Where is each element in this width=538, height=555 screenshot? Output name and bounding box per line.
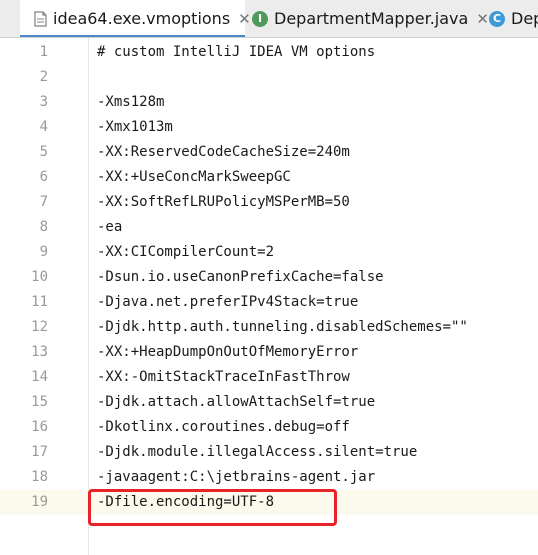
tab-vmoptions[interactable]: idea64.exe.vmoptions ✕ [20, 0, 251, 37]
interface-icon: I [252, 10, 268, 27]
line-number: 19 [31, 494, 48, 510]
code-line[interactable]: 11 -Djava.net.preferIPv4Stack=true [0, 290, 538, 315]
settings-file-icon [34, 10, 47, 27]
code-text[interactable]: -Dkotlinx.coroutines.debug=off [97, 415, 350, 440]
line-number: 14 [31, 369, 48, 385]
code-line[interactable]: 16 -Dkotlinx.coroutines.debug=off [0, 415, 538, 440]
code-text[interactable]: -Xms128m [97, 90, 164, 115]
line-number: 3 [39, 94, 48, 110]
line-number: 13 [31, 344, 48, 360]
code-line[interactable]: 18 -javaagent:C:\jetbrains-agent.jar [0, 465, 538, 490]
code-text[interactable]: -Dsun.io.useCanonPrefixCache=false [97, 265, 384, 290]
code-text[interactable]: # custom IntelliJ IDEA VM options [97, 40, 375, 65]
tab-label: idea64.exe.vmoptions [53, 9, 231, 28]
code-line[interactable]: 6 -XX:+UseConcMarkSweepGC [0, 165, 538, 190]
code-text[interactable]: -XX:+UseConcMarkSweepGC [97, 165, 291, 190]
line-number: 17 [31, 444, 48, 460]
line-number: 1 [39, 44, 48, 60]
code-text[interactable]: -XX:+HeapDumpOnOutOfMemoryError [97, 340, 358, 365]
tab-dep[interactable]: C Dep [489, 0, 538, 37]
code-line[interactable]: 3 -Xms128m [0, 90, 538, 115]
code-line[interactable]: 13 -XX:+HeapDumpOnOutOfMemoryError [0, 340, 538, 365]
code-text[interactable]: -ea [97, 215, 122, 240]
code-line[interactable]: 12 -Djdk.http.auth.tunneling.disabledSche… [0, 315, 538, 340]
code-line[interactable]: 14 -XX:-OmitStackTraceInFastThrow [0, 365, 538, 390]
line-number: 4 [39, 119, 48, 135]
line-number: 11 [31, 294, 48, 310]
code-text[interactable]: -XX:CICompilerCount=2 [97, 240, 274, 265]
line-number: 10 [31, 269, 48, 285]
tab-label: DepartmentMapper.java [274, 9, 469, 28]
code-line[interactable]: 4 -Xmx1013m [0, 115, 538, 140]
line-number: 18 [31, 469, 48, 485]
tab-departmentmapper[interactable]: I DepartmentMapper.java ✕ [252, 0, 489, 37]
code-line[interactable]: 5 -XX:ReservedCodeCacheSize=240m [0, 140, 538, 165]
line-number: 5 [39, 144, 48, 160]
code-text[interactable]: -Djdk.http.auth.tunneling.disabledScheme… [97, 315, 468, 340]
code-text[interactable]: -javaagent:C:\jetbrains-agent.jar [97, 465, 375, 490]
line-number: 15 [31, 394, 48, 410]
code-text[interactable]: -Xmx1013m [97, 115, 173, 140]
close-icon[interactable]: ✕ [476, 10, 489, 28]
close-icon[interactable]: ✕ [238, 10, 251, 28]
code-text[interactable]: -XX:-OmitStackTraceInFastThrow [97, 365, 350, 390]
line-number: 6 [39, 169, 48, 185]
code-line[interactable]: 17 -Djdk.module.illegalAccess.silent=true [0, 440, 538, 465]
code-text[interactable]: -XX:ReservedCodeCacheSize=240m [97, 140, 350, 165]
line-number: 16 [31, 419, 48, 435]
code-line[interactable]: 8 -ea [0, 215, 538, 240]
code-text[interactable]: -Djava.net.preferIPv4Stack=true [97, 290, 358, 315]
line-number: 12 [31, 319, 48, 335]
line-number: 9 [39, 244, 48, 260]
editor-tab-bar: idea64.exe.vmoptions ✕ I DepartmentMappe… [0, 0, 538, 38]
highlight-annotation-box [88, 489, 337, 526]
code-text[interactable]: -Djdk.module.illegalAccess.silent=true [97, 440, 417, 465]
tab-label: Dep [511, 9, 538, 28]
code-text[interactable]: -Djdk.attach.allowAttachSelf=true [97, 390, 375, 415]
code-line[interactable]: 7 -XX:SoftRefLRUPolicyMSPerMB=50 [0, 190, 538, 215]
code-line[interactable]: 9 -XX:CICompilerCount=2 [0, 240, 538, 265]
code-line[interactable]: 15 -Djdk.attach.allowAttachSelf=true [0, 390, 538, 415]
code-line[interactable]: 1 # custom IntelliJ IDEA VM options [0, 40, 538, 65]
code-line[interactable]: 10 -Dsun.io.useCanonPrefixCache=false [0, 265, 538, 290]
line-number: 8 [39, 219, 48, 235]
code-text[interactable]: -XX:SoftRefLRUPolicyMSPerMB=50 [97, 190, 350, 215]
code-line[interactable]: 2 [0, 65, 538, 90]
line-number: 2 [39, 69, 48, 85]
line-number: 7 [39, 194, 48, 210]
class-icon: C [489, 10, 505, 27]
